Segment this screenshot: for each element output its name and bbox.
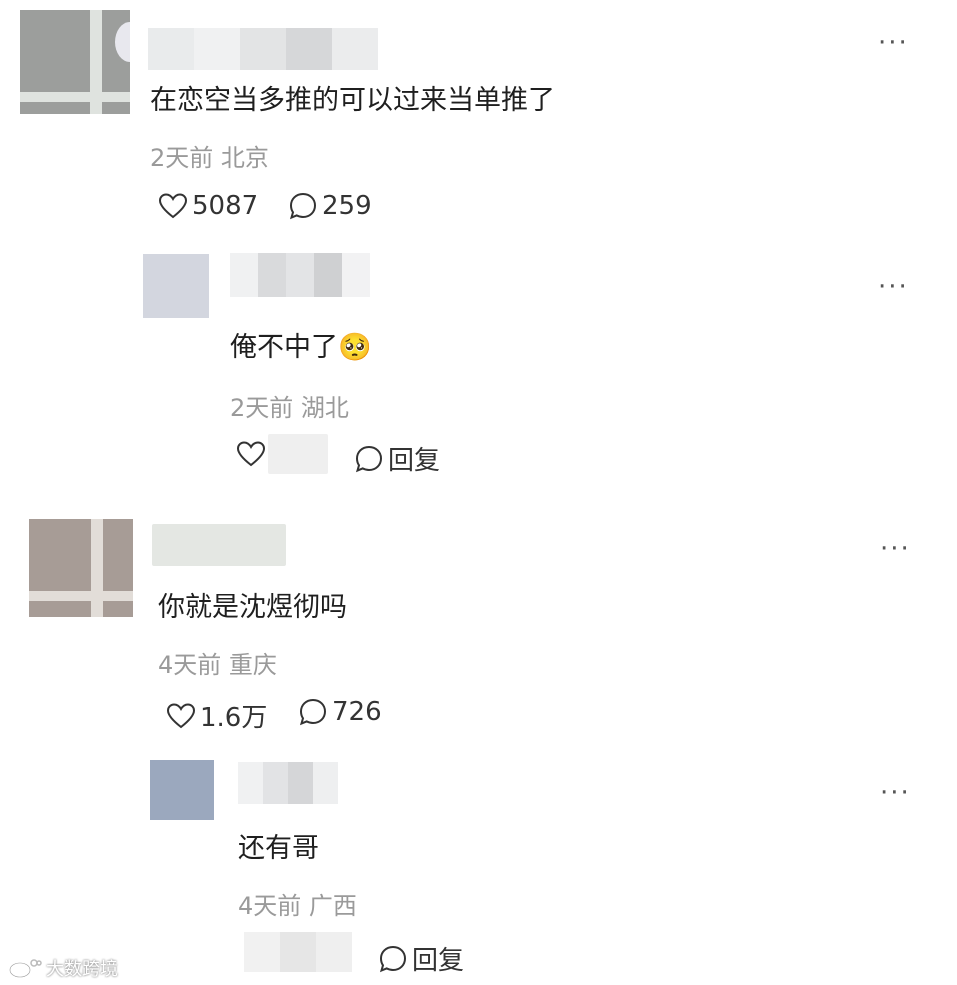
avatar[interactable]: [29, 519, 133, 617]
reply-button[interactable]: 回复: [378, 940, 464, 977]
reply-count: 259: [322, 191, 372, 221]
heart-outline-icon: [158, 193, 188, 219]
more-options-button[interactable]: ···: [878, 272, 909, 302]
speech-bubble-icon: [299, 698, 327, 726]
watermark: 大数跨境: [8, 955, 118, 981]
like-count-blurred[interactable]: [244, 932, 352, 972]
more-options-button[interactable]: ···: [878, 28, 909, 58]
avatar[interactable]: [20, 10, 130, 114]
avatar[interactable]: [143, 254, 209, 318]
username-blurred[interactable]: [238, 762, 338, 804]
avatar[interactable]: [150, 760, 214, 820]
reply-text: 还有哥: [238, 833, 319, 864]
reply-count-button[interactable]: 259: [288, 191, 372, 221]
heart-outline-icon: [166, 702, 196, 728]
reply-count: 726: [332, 697, 382, 727]
speech-bubble-icon: [289, 192, 317, 220]
more-options-button[interactable]: ···: [880, 778, 911, 808]
like-button[interactable]: 1.6万: [166, 697, 267, 734]
comment-text: 你就是沈煜彻吗: [158, 592, 347, 623]
reply-label: 回复: [388, 446, 441, 476]
reply-button[interactable]: 回复: [354, 440, 440, 477]
comment-meta: 2天前 北京: [150, 144, 269, 172]
speech-bubble-icon: [379, 945, 407, 972]
reply-meta: 2天前 湖北: [230, 394, 349, 422]
like-button[interactable]: 5087: [158, 191, 258, 221]
speech-bubble-icon: [355, 445, 383, 472]
like-count-blurred: [268, 434, 328, 474]
reply-label: 回复: [412, 946, 465, 976]
username-blurred[interactable]: [148, 28, 378, 70]
watermark-text: 大数跨境: [46, 959, 118, 980]
more-options-button[interactable]: ···: [880, 534, 911, 564]
reply-text: 俺不中了🥺: [230, 332, 372, 363]
username-blurred[interactable]: [230, 253, 370, 297]
like-count: 1.6万: [200, 703, 268, 733]
crying-face-icon: 🥺: [338, 332, 372, 363]
comment-meta: 4天前 重庆: [158, 651, 277, 679]
like-count: 5087: [192, 191, 259, 221]
heart-outline-icon: [236, 441, 266, 467]
weibo-logo-icon: [9, 959, 42, 978]
like-button[interactable]: [236, 440, 266, 468]
comment-text: 在恋空当多推的可以过来当单推了: [150, 85, 555, 116]
reply-meta: 4天前 广西: [238, 892, 357, 920]
reply-count-button[interactable]: 726: [298, 697, 382, 727]
username-blurred[interactable]: [152, 524, 286, 566]
